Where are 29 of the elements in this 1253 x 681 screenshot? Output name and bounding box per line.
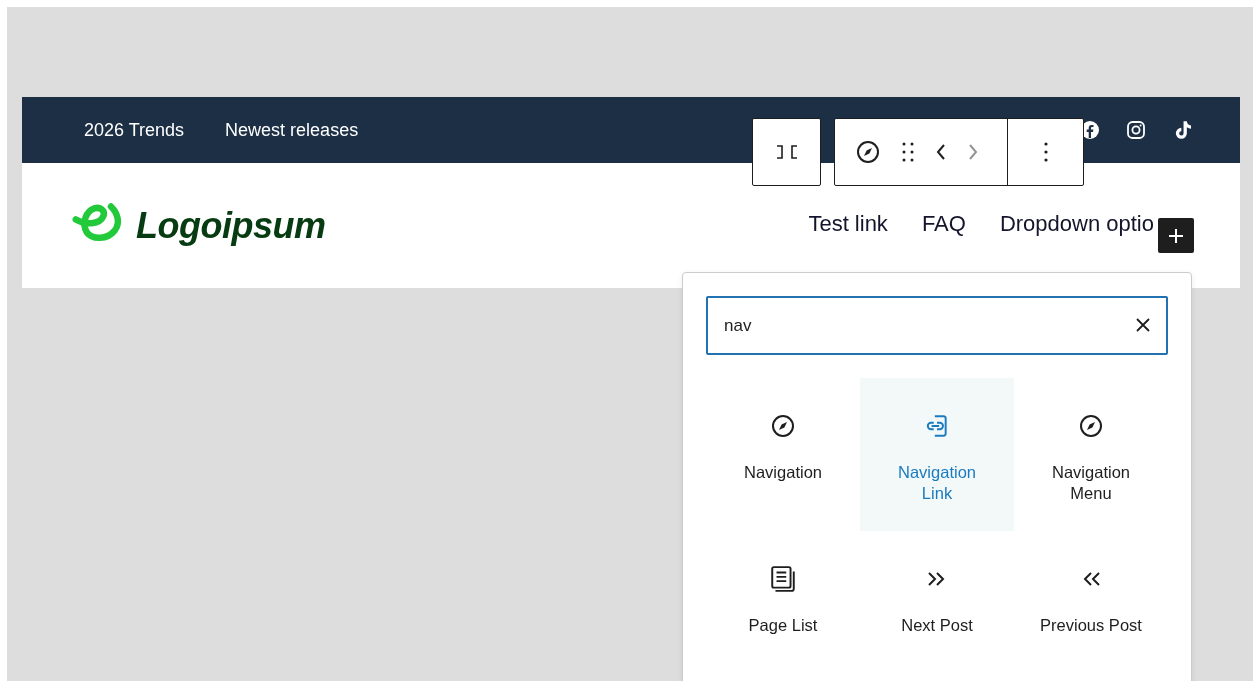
double-chevron-left-icon	[1081, 571, 1101, 587]
block-item[interactable]: Navigation Link	[860, 378, 1014, 531]
block-item[interactable]: Next Post	[860, 531, 1014, 681]
page-list-icon	[770, 565, 796, 593]
close-button[interactable]	[1134, 316, 1152, 334]
nav-link[interactable]: Test link	[808, 210, 888, 237]
chevron-left-icon	[936, 143, 946, 161]
nav-link[interactable]: Dropdown optio	[999, 210, 1154, 237]
block-item[interactable]: Page List	[706, 531, 860, 681]
drag-icon	[902, 142, 914, 162]
instagram-icon[interactable]	[1126, 120, 1146, 140]
link-icon	[924, 413, 950, 439]
block-item[interactable]: Previous Post	[1014, 531, 1168, 681]
top-link[interactable]: Newest releases	[225, 119, 359, 141]
more-icon	[1043, 142, 1048, 162]
block-item[interactable]: Navigation	[706, 378, 860, 531]
block-item[interactable]: Navigation Menu	[1014, 378, 1168, 531]
double-chevron-right-icon	[927, 571, 947, 587]
compass-icon	[771, 414, 795, 438]
compass-icon	[1079, 414, 1103, 438]
close-icon	[1136, 318, 1150, 332]
chevron-right-icon	[968, 143, 978, 161]
nav-link[interactable]: FAQ	[921, 210, 966, 237]
block-type-button[interactable]	[752, 118, 821, 186]
compass-icon	[856, 140, 880, 164]
search-field[interactable]: nav	[706, 296, 1168, 355]
top-link[interactable]: 2026 Trends	[84, 119, 185, 141]
logo-text: Logoipsum	[136, 204, 326, 247]
add-block-button[interactable]	[1158, 218, 1194, 253]
